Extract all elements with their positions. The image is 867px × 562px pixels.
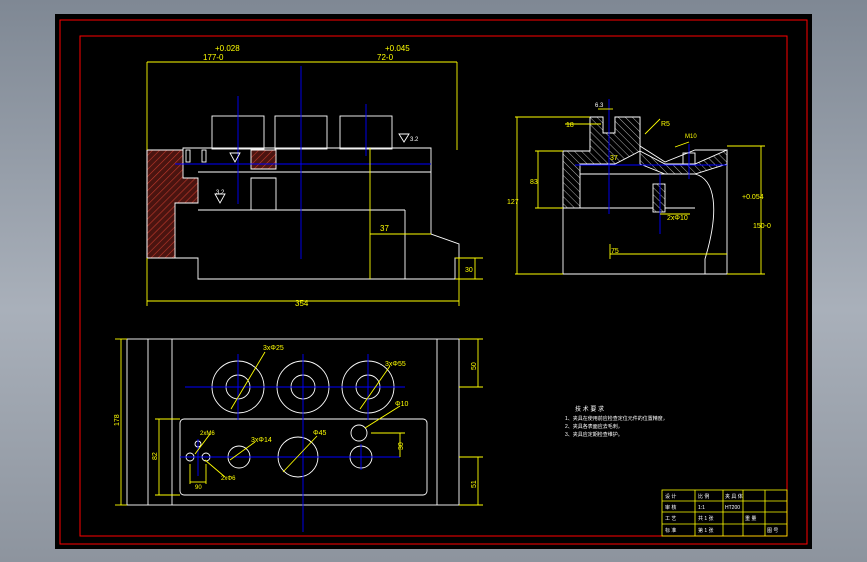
tb-cell-6: 1:1 — [698, 505, 705, 511]
front-section-hatch-2 — [250, 149, 277, 170]
hole-d10 — [350, 424, 368, 442]
front-dim-total: 354 — [295, 299, 309, 308]
side-rough-top: 6.3 — [595, 103, 604, 109]
side-dim-150: 150-0 — [753, 223, 771, 230]
tb-cell-5: 比 例 — [698, 493, 709, 500]
side-dim-r5: R5 — [661, 121, 670, 128]
side-section-hatch — [562, 116, 641, 209]
front-rough-2: 3.2 — [216, 190, 225, 196]
tb-cell-10: HT200 — [725, 505, 740, 511]
cad-drawing: +0.028 177-0 +0.045 72-0 37 354 30 3.2 3… — [59, 19, 808, 545]
notes-line-2: 2、夹具各表面应去毛刺， — [565, 423, 623, 430]
plan-view — [115, 338, 483, 532]
plan-dim-50: 50 — [471, 362, 478, 370]
front-dim-mid: 37 — [380, 224, 389, 233]
tb-cell-7: 共 1 张 — [698, 515, 714, 522]
side-dim-127: 127 — [507, 199, 519, 206]
tb-cell-9: 夹 具 体 — [725, 493, 743, 500]
plan-dim-d10: Φ10 — [395, 401, 408, 408]
plan-dim-3x25: 3xΦ25 — [263, 345, 284, 352]
front-dim-left: 177-0 — [203, 53, 224, 62]
plan-dim-51: 51 — [471, 480, 478, 488]
front-section-hatch — [146, 149, 199, 259]
plan-dim-30: 30 — [398, 442, 405, 450]
front-dim-height: 30 — [465, 267, 473, 274]
tb-cell-3: 工 艺 — [665, 516, 676, 522]
plan-dim-d14: 3xΦ14 — [251, 437, 272, 444]
side-section-hatch-2 — [639, 149, 728, 175]
tb-cell-12: 图 号 — [767, 528, 778, 534]
plan-dim-178: 178 — [114, 414, 121, 426]
side-dim-hole: 2xΦ10 — [667, 215, 688, 222]
side-dim-75: 75 — [611, 248, 619, 255]
inner-frame — [79, 35, 788, 537]
notes-line-3: 3、夹具应定期检查维护。 — [565, 431, 623, 438]
tb-cell-1: 设 计 — [665, 493, 676, 500]
tech-notes: 技 术 要 求 1、夹具在使用前应检查定位元件的位置精度， 2、夹具各表面应去毛… — [565, 405, 668, 438]
tb-cell-4: 标 准 — [665, 527, 676, 534]
front-view — [146, 61, 483, 306]
front-body-outline — [146, 147, 460, 280]
notes-heading: 技 术 要 求 — [575, 405, 604, 413]
tb-cell-11: 重 量 — [745, 515, 756, 522]
drawing-sheet: +0.028 177-0 +0.045 72-0 37 354 30 3.2 3… — [55, 14, 812, 549]
notes-line-1: 1、夹具在使用前应检查定位元件的位置精度， — [565, 415, 668, 422]
front-tol-left: +0.028 — [215, 44, 240, 53]
side-view — [515, 99, 765, 275]
plan-dim-82: 82 — [152, 452, 159, 460]
side-dim-m10: M10 — [685, 134, 697, 140]
plan-dim-d45: Φ45 — [313, 430, 326, 437]
front-dim-right: 72-0 — [377, 53, 394, 62]
plan-dim-m6: 2xM6 — [200, 431, 215, 437]
plan-dim-d6: 2xΦ6 — [221, 476, 236, 482]
side-dim-18: 18 — [566, 122, 574, 129]
front-rough-1: 3.2 — [410, 137, 419, 143]
side-body-outline — [562, 116, 728, 275]
tb-cell-8: 第 1 张 — [698, 527, 714, 534]
plan-dim-3x55: 3xΦ55 — [385, 361, 406, 368]
side-dim-83: 83 — [530, 179, 538, 186]
side-dim-tol: +0.054 — [742, 194, 764, 201]
plan-dim-90: 90 — [195, 485, 202, 491]
side-dim-37: 37 — [610, 155, 618, 162]
plan-outline — [126, 338, 460, 506]
tb-cell-2: 审 核 — [665, 504, 676, 511]
front-tol-right: +0.045 — [385, 44, 410, 53]
